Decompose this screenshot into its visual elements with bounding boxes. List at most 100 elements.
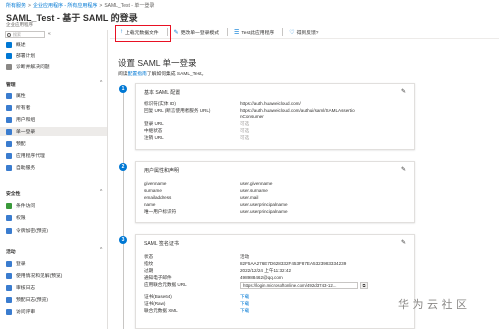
- sidebar-item-label: 审核日志: [16, 286, 36, 291]
- sidebar-item-label: 单一登录: [16, 130, 36, 135]
- field-label: 回复 URL (断言使用者服务 URL): [144, 108, 211, 113]
- field-value: 可选: [240, 135, 250, 140]
- sidebar-item-token-encryption[interactable]: 令牌加密(预览): [6, 226, 106, 235]
- sidebar-item-label: 诊断并解决问题: [16, 65, 50, 70]
- sidebar-item-properties[interactable]: 属性: [6, 91, 106, 100]
- review-icon: [6, 308, 12, 315]
- sidebar-item-self-service[interactable]: 自助服务: [6, 163, 106, 172]
- shield-icon: [6, 227, 12, 234]
- sidebar-item-label: 预配: [16, 142, 26, 147]
- sidebar-item-owners[interactable]: 所有者: [6, 103, 106, 112]
- sidebar-section-security: 安全性: [6, 192, 21, 197]
- field-label: 中继状态: [144, 128, 163, 133]
- field-value: 可选: [240, 121, 250, 126]
- section-collapse-icon[interactable]: ^: [100, 80, 102, 86]
- log-icon: [6, 296, 12, 303]
- download-metadata-xml-link[interactable]: 下载: [240, 308, 249, 314]
- heart-icon: ♡: [289, 29, 295, 36]
- search-placeholder: 搜索: [13, 32, 21, 37]
- sidebar-item-label: 概述: [16, 43, 26, 48]
- breadcrumb-separator: >: [28, 3, 31, 9]
- properties-icon: [6, 92, 12, 99]
- collapse-sidebar-icon[interactable]: «: [48, 31, 51, 37]
- field-value: nConsumer: [240, 114, 264, 119]
- claim-name: name: [144, 202, 156, 207]
- sidebar-item-sso[interactable]: 单一登录: [0, 127, 107, 136]
- section-collapse-icon[interactable]: ^: [100, 247, 102, 253]
- sidebar-item-sign-ins[interactable]: 登录: [6, 259, 106, 268]
- wrench-icon: [6, 63, 12, 70]
- sidebar-item-overview[interactable]: 概述: [6, 40, 106, 49]
- page-subtitle: 企业应用程序: [6, 22, 33, 27]
- sidebar-item-provisioning-logs[interactable]: 预配日志(预览): [6, 295, 106, 304]
- field-label: 状态: [144, 254, 154, 259]
- feedback-button[interactable]: ♡ 得到反馈?: [289, 29, 318, 36]
- edit-icon: ✎: [173, 29, 179, 36]
- field-label: 指纹: [144, 261, 154, 266]
- claim-name: givenname: [144, 181, 167, 186]
- basic-saml-config-card: 基本 SAML 配置 ✎ 标识符(实体 ID) https://auth.hua…: [135, 83, 415, 150]
- field-label: 通知电子邮件: [144, 275, 172, 280]
- field-label: 标识符(实体 ID): [144, 101, 176, 106]
- download-cert-base64-link[interactable]: 下载: [240, 294, 249, 300]
- sidebar-item-users-groups[interactable]: 用户和组: [6, 115, 106, 124]
- breadcrumb-separator: >: [99, 3, 103, 9]
- edit-pencil-icon[interactable]: ✎: [401, 239, 406, 246]
- breadcrumb-link-enterprise-apps[interactable]: 企业应用程序 - 所有应用程序: [33, 3, 97, 9]
- field-label: 过期: [144, 268, 154, 273]
- sidebar-item-deployment-plan[interactable]: 部署计划: [6, 51, 106, 60]
- sidebar-item-conditional-access[interactable]: 条件访问: [6, 201, 106, 210]
- sidebar-item-label: 使用情况和见解(预览): [16, 274, 63, 279]
- sidebar-search-input[interactable]: 搜索: [5, 31, 45, 38]
- field-value: https://auth.huaweicloud.com/: [240, 101, 301, 106]
- user-attributes-card: 用户属性和声明 ✎ givenname user.givenname surna…: [135, 161, 415, 223]
- breadcrumb-link-sso[interactable]: SAML_Test - 单一登录: [104, 3, 154, 9]
- provisioning-icon: [6, 140, 12, 147]
- section-collapse-icon[interactable]: ^: [100, 189, 102, 195]
- overview-icon: [6, 41, 12, 48]
- sidebar-item-permissions[interactable]: 权限: [6, 213, 106, 222]
- metadata-url-field[interactable]: https://login.microsoftonline.com/492d37…: [240, 282, 358, 289]
- sidebar-item-label: 条件访问: [16, 204, 36, 209]
- test-app-button[interactable]: ☰ Test此应用程序: [234, 29, 274, 36]
- field-label: 证书(Base64): [144, 294, 172, 299]
- card-title: 基本 SAML 配置: [144, 90, 181, 96]
- highlight-box: [115, 25, 171, 42]
- sidebar-section-manage: 管理: [6, 83, 16, 88]
- sidebar-section-activity: 活动: [6, 250, 16, 255]
- watermark: 华为云社区: [398, 299, 471, 311]
- field-value: 可选: [240, 128, 250, 133]
- breadcrumb-link-all-services[interactable]: 所有服务: [6, 3, 26, 9]
- edit-pencil-icon[interactable]: ✎: [401, 88, 406, 95]
- download-cert-raw-link[interactable]: 下载: [240, 301, 249, 307]
- claim-value: user.givenname: [240, 181, 273, 186]
- sidebar-item-audit-logs[interactable]: 审核日志: [6, 283, 106, 292]
- sidebar-item-label: 用户和组: [16, 118, 36, 123]
- proxy-icon: [6, 152, 12, 159]
- sidebar-item-app-proxy[interactable]: 应用程序代理: [6, 151, 106, 160]
- claim-name: emailaddress: [144, 195, 172, 200]
- copy-icon[interactable]: ⧉: [360, 282, 368, 289]
- chart-icon: [6, 272, 12, 279]
- sidebar-item-diagnose[interactable]: 诊断并解决问题: [6, 62, 106, 71]
- field-label: 应用联合元数据 URL: [144, 282, 187, 287]
- sidebar-item-label: 访问评审: [16, 310, 36, 315]
- claim-value: user.userprincipalname: [240, 202, 288, 207]
- change-sso-mode-label: 更改单一登录模式: [180, 30, 220, 36]
- sidebar-item-usage-insights[interactable]: 使用情况和见解(预览): [6, 271, 106, 280]
- sidebar-item-label: 属性: [16, 94, 26, 99]
- sidebar-item-access-reviews[interactable]: 访问评审: [6, 307, 106, 316]
- step-badge: 2: [119, 163, 127, 171]
- step-badge: 3: [119, 236, 127, 244]
- sidebar-item-label: 权限: [16, 216, 26, 221]
- field-label: 登录 URL: [144, 121, 164, 126]
- steps-line: [123, 90, 124, 329]
- permissions-icon: [6, 214, 12, 221]
- sso-icon: [6, 128, 12, 135]
- edit-pencil-icon[interactable]: ✎: [401, 166, 406, 173]
- config-guide-link[interactable]: 配置指南: [128, 72, 147, 77]
- change-sso-mode-button[interactable]: ✎ 更改单一登录模式: [174, 29, 219, 36]
- card-title: 用户属性和声明: [144, 168, 180, 174]
- subtitle-suffix: 了解如何集成 SAML_Test。: [146, 72, 207, 77]
- sidebar-item-provisioning[interactable]: 预配: [6, 139, 106, 148]
